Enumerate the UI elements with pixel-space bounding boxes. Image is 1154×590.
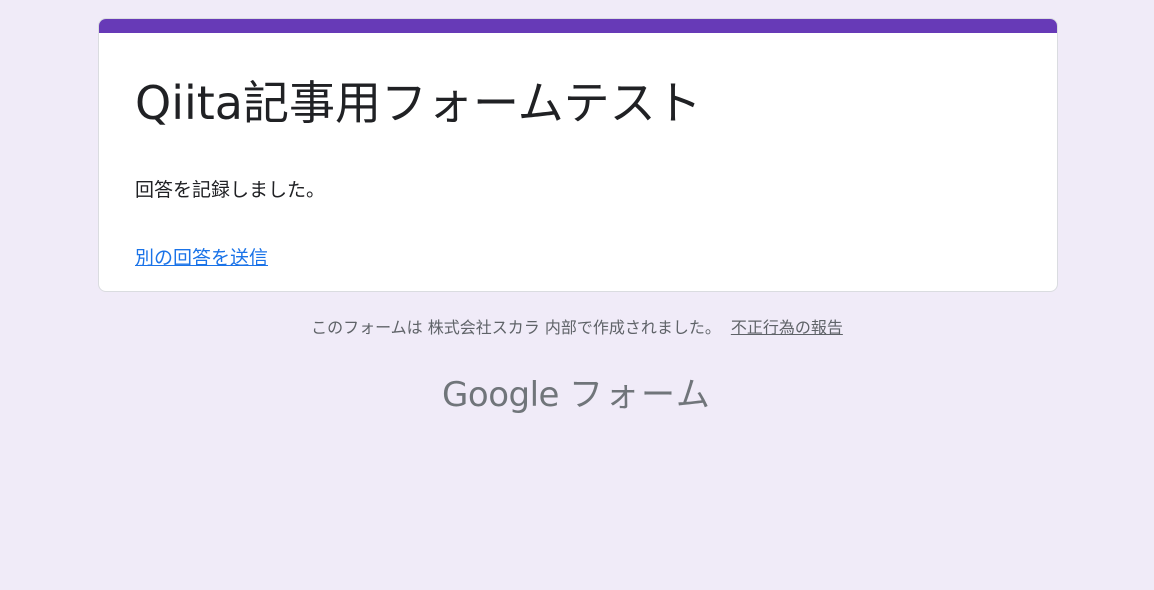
- confirmation-message: 回答を記録しました。: [135, 179, 326, 201]
- card-accent-bar: [99, 19, 1057, 33]
- brand-forms-text: フォーム: [568, 375, 712, 415]
- report-abuse-link[interactable]: 不正行為の報告: [731, 318, 843, 337]
- submit-another-response-link[interactable]: 別の回答を送信: [135, 245, 268, 271]
- google-forms-logo[interactable]: Google フォーム: [0, 372, 1154, 418]
- form-created-note: このフォームは 株式会社スカラ 内部で作成されました。: [311, 318, 721, 337]
- footer-note: このフォームは 株式会社スカラ 内部で作成されました。 不正行為の報告: [0, 316, 1154, 340]
- confirmation-card: Qiita記事用フォームテスト 回答を記録しました。 別の回答を送信: [98, 18, 1058, 292]
- form-title: Qiita記事用フォームテスト: [135, 76, 702, 130]
- form-response-page: { "form": { "title": "Qiita記事用フォームテスト", …: [0, 0, 1154, 590]
- brand-google-text: Google: [442, 375, 559, 415]
